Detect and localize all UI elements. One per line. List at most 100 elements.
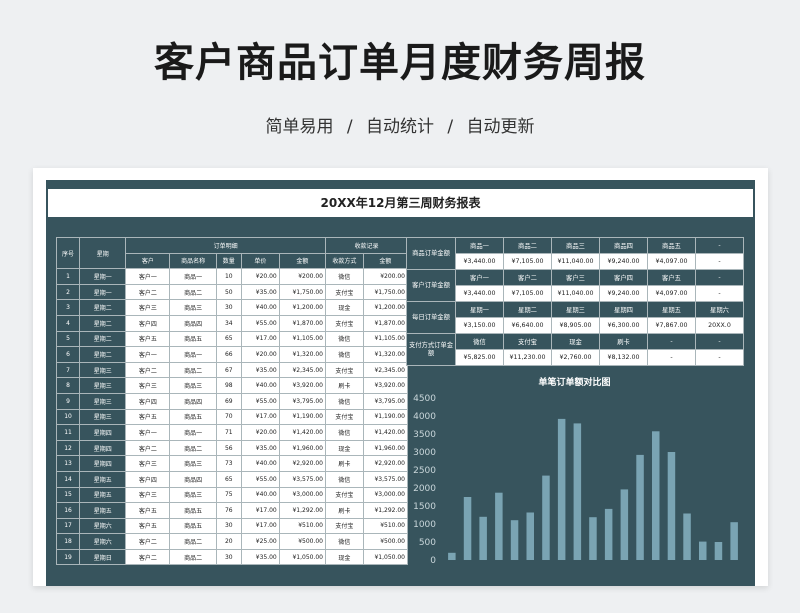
row-amount: ¥1,960.00 bbox=[278, 439, 327, 457]
row-index: 11 bbox=[55, 424, 81, 441]
table-row: 11 星期四 客户一 商品一 71 ¥20.00 ¥1,420.00 微信 ¥1,420.00 bbox=[55, 424, 409, 441]
row-index: 9 bbox=[55, 392, 81, 410]
row-amount: ¥2,345.00 bbox=[278, 361, 327, 379]
row-product: 商品四 bbox=[169, 392, 217, 410]
row-received-amount: ¥1,190.00 bbox=[362, 408, 409, 426]
row-customer: 客户二 bbox=[125, 533, 171, 550]
row-quantity: 30 bbox=[215, 548, 242, 566]
bar-18 bbox=[714, 542, 723, 560]
row-weekday: 星期三 bbox=[79, 392, 127, 410]
summary-value-cell: ¥8,132.00 bbox=[599, 349, 648, 366]
row-product: 商品三 bbox=[169, 299, 217, 316]
subtitle-part: 自动更新 bbox=[466, 117, 535, 137]
summary-header-cell: 现金 bbox=[551, 333, 600, 350]
bar-7 bbox=[542, 475, 550, 560]
table-row: 17 星期六 客户五 商品五 30 ¥17.00 ¥510.00 支付宝 ¥510.00 bbox=[55, 517, 409, 535]
summary-value-row: ¥3,440.00 ¥7,105.00 ¥11,040.00 ¥9,240.00 ¥4,… bbox=[407, 253, 744, 270]
row-index: 1 bbox=[55, 268, 81, 285]
summary-value-cell: ¥5,825.00 bbox=[455, 349, 504, 366]
summary-section-label: 商品订单金额 bbox=[406, 237, 456, 270]
row-payment-method: 支付宝 bbox=[325, 517, 364, 535]
summary-value-cell: ¥11,040.00 bbox=[551, 285, 600, 302]
row-index: 18 bbox=[55, 533, 81, 550]
summary-value-row: ¥3,150.00 ¥6,640.00 ¥8,905.00 ¥6,300.00 ¥7,8… bbox=[407, 317, 744, 334]
table-row: 10 星期三 客户五 商品五 70 ¥17.00 ¥1,190.00 支付宝 ¥1,190.00 bbox=[55, 408, 409, 426]
bar-9 bbox=[573, 423, 582, 560]
row-quantity: 30 bbox=[215, 517, 242, 535]
row-product: 商品三 bbox=[169, 377, 217, 394]
table-row: 15 星期五 客户三 商品三 75 ¥40.00 ¥3,000.00 支付宝 ¥3,000.00 bbox=[55, 486, 409, 504]
bar-4 bbox=[495, 492, 503, 560]
row-index: 10 bbox=[55, 408, 81, 426]
row-received-amount: ¥3,000.00 bbox=[362, 486, 409, 504]
row-index: 16 bbox=[55, 502, 81, 519]
row-quantity: 75 bbox=[215, 486, 242, 504]
row-customer: 客户二 bbox=[125, 548, 171, 566]
row-product: 商品五 bbox=[169, 517, 217, 535]
row-amount: ¥1,870.00 bbox=[278, 314, 327, 332]
row-customer: 客户五 bbox=[125, 330, 171, 348]
summary-value-cell: ¥8,905.00 bbox=[551, 317, 600, 334]
header-customer: 客户 bbox=[125, 252, 171, 270]
row-payment-method: 微信 bbox=[325, 392, 364, 410]
row-index: 14 bbox=[55, 470, 81, 488]
report-panel: 20XX年12月第三周财务报表 序号 星期 订单明细 收款记录 客户 商品名称 … bbox=[46, 180, 755, 586]
row-received-amount: ¥1,750.00 bbox=[362, 283, 409, 301]
row-customer: 客户三 bbox=[125, 377, 171, 394]
summary-value-cell: ¥11,230.00 bbox=[503, 349, 552, 366]
order-detail-table: 序号 星期 订单明细 收款记录 客户 商品名称 数量 单价 金额 收款方式 金额… bbox=[55, 236, 409, 566]
bar-17 bbox=[699, 541, 707, 560]
y-tick-label: 0 bbox=[430, 556, 436, 566]
row-received-amount: ¥510.00 bbox=[362, 517, 409, 535]
row-payment-method: 微信 bbox=[325, 470, 364, 488]
row-unit-price: ¥40.00 bbox=[240, 299, 280, 316]
row-unit-price: ¥35.00 bbox=[240, 361, 280, 379]
row-unit-price: ¥17.00 bbox=[240, 408, 280, 426]
row-quantity: 73 bbox=[215, 455, 242, 472]
row-amount: ¥3,920.00 bbox=[278, 377, 327, 394]
summary-header-cell: 商品四 bbox=[599, 237, 648, 254]
row-weekday: 星期三 bbox=[79, 377, 127, 394]
row-product: 商品五 bbox=[169, 330, 217, 348]
row-customer: 客户四 bbox=[125, 392, 171, 410]
row-product: 商品二 bbox=[169, 283, 217, 301]
bar-1 bbox=[448, 552, 456, 560]
row-index: 7 bbox=[55, 361, 81, 379]
summary-header-cell: - bbox=[647, 333, 696, 350]
summary-header-cell: 星期三 bbox=[551, 301, 600, 318]
row-payment-method: 支付宝 bbox=[325, 283, 364, 301]
row-index: 12 bbox=[55, 439, 81, 457]
row-payment-method: 支付宝 bbox=[325, 408, 364, 426]
table-row: 1 星期一 客户一 商品一 10 ¥20.00 ¥200.00 微信 ¥200.00 bbox=[55, 268, 409, 285]
row-weekday: 星期三 bbox=[79, 408, 127, 426]
row-amount: ¥3,795.00 bbox=[278, 392, 327, 410]
row-index: 15 bbox=[55, 486, 81, 504]
summary-header-cell: 商品三 bbox=[551, 237, 600, 254]
row-received-amount: ¥1,200.00 bbox=[362, 299, 409, 316]
row-received-amount: ¥3,795.00 bbox=[362, 392, 409, 410]
row-received-amount: ¥1,420.00 bbox=[362, 424, 409, 441]
row-weekday: 星期四 bbox=[79, 439, 127, 457]
row-unit-price: ¥55.00 bbox=[240, 392, 280, 410]
row-received-amount: ¥1,320.00 bbox=[362, 346, 409, 363]
table-row: 13 星期四 客户三 商品三 73 ¥40.00 ¥2,920.00 刷卡 ¥2,920.00 bbox=[55, 455, 409, 472]
summary-value-cell: - bbox=[695, 253, 744, 270]
row-quantity: 34 bbox=[215, 314, 242, 332]
summary-header-cell: 客户二 bbox=[503, 269, 552, 286]
row-weekday: 星期六 bbox=[79, 533, 127, 550]
row-quantity: 71 bbox=[215, 424, 242, 441]
row-amount: ¥3,575.00 bbox=[278, 470, 327, 488]
row-unit-price: ¥25.00 bbox=[240, 533, 280, 550]
row-product: 商品二 bbox=[169, 439, 217, 457]
row-unit-price: ¥17.00 bbox=[240, 517, 280, 535]
summary-value-cell: ¥7,867.00 bbox=[647, 317, 696, 334]
row-payment-method: 现金 bbox=[325, 299, 364, 316]
summary-header-cell: 客户五 bbox=[647, 269, 696, 286]
summary-header-cell: - bbox=[695, 237, 744, 254]
row-weekday: 星期六 bbox=[79, 517, 127, 535]
row-product: 商品二 bbox=[169, 361, 217, 379]
row-index: 19 bbox=[55, 548, 81, 566]
page-subtitle: 简单易用 / 自动统计 / 自动更新 bbox=[0, 112, 800, 137]
row-unit-price: ¥20.00 bbox=[240, 346, 280, 363]
row-weekday: 星期五 bbox=[79, 470, 127, 488]
